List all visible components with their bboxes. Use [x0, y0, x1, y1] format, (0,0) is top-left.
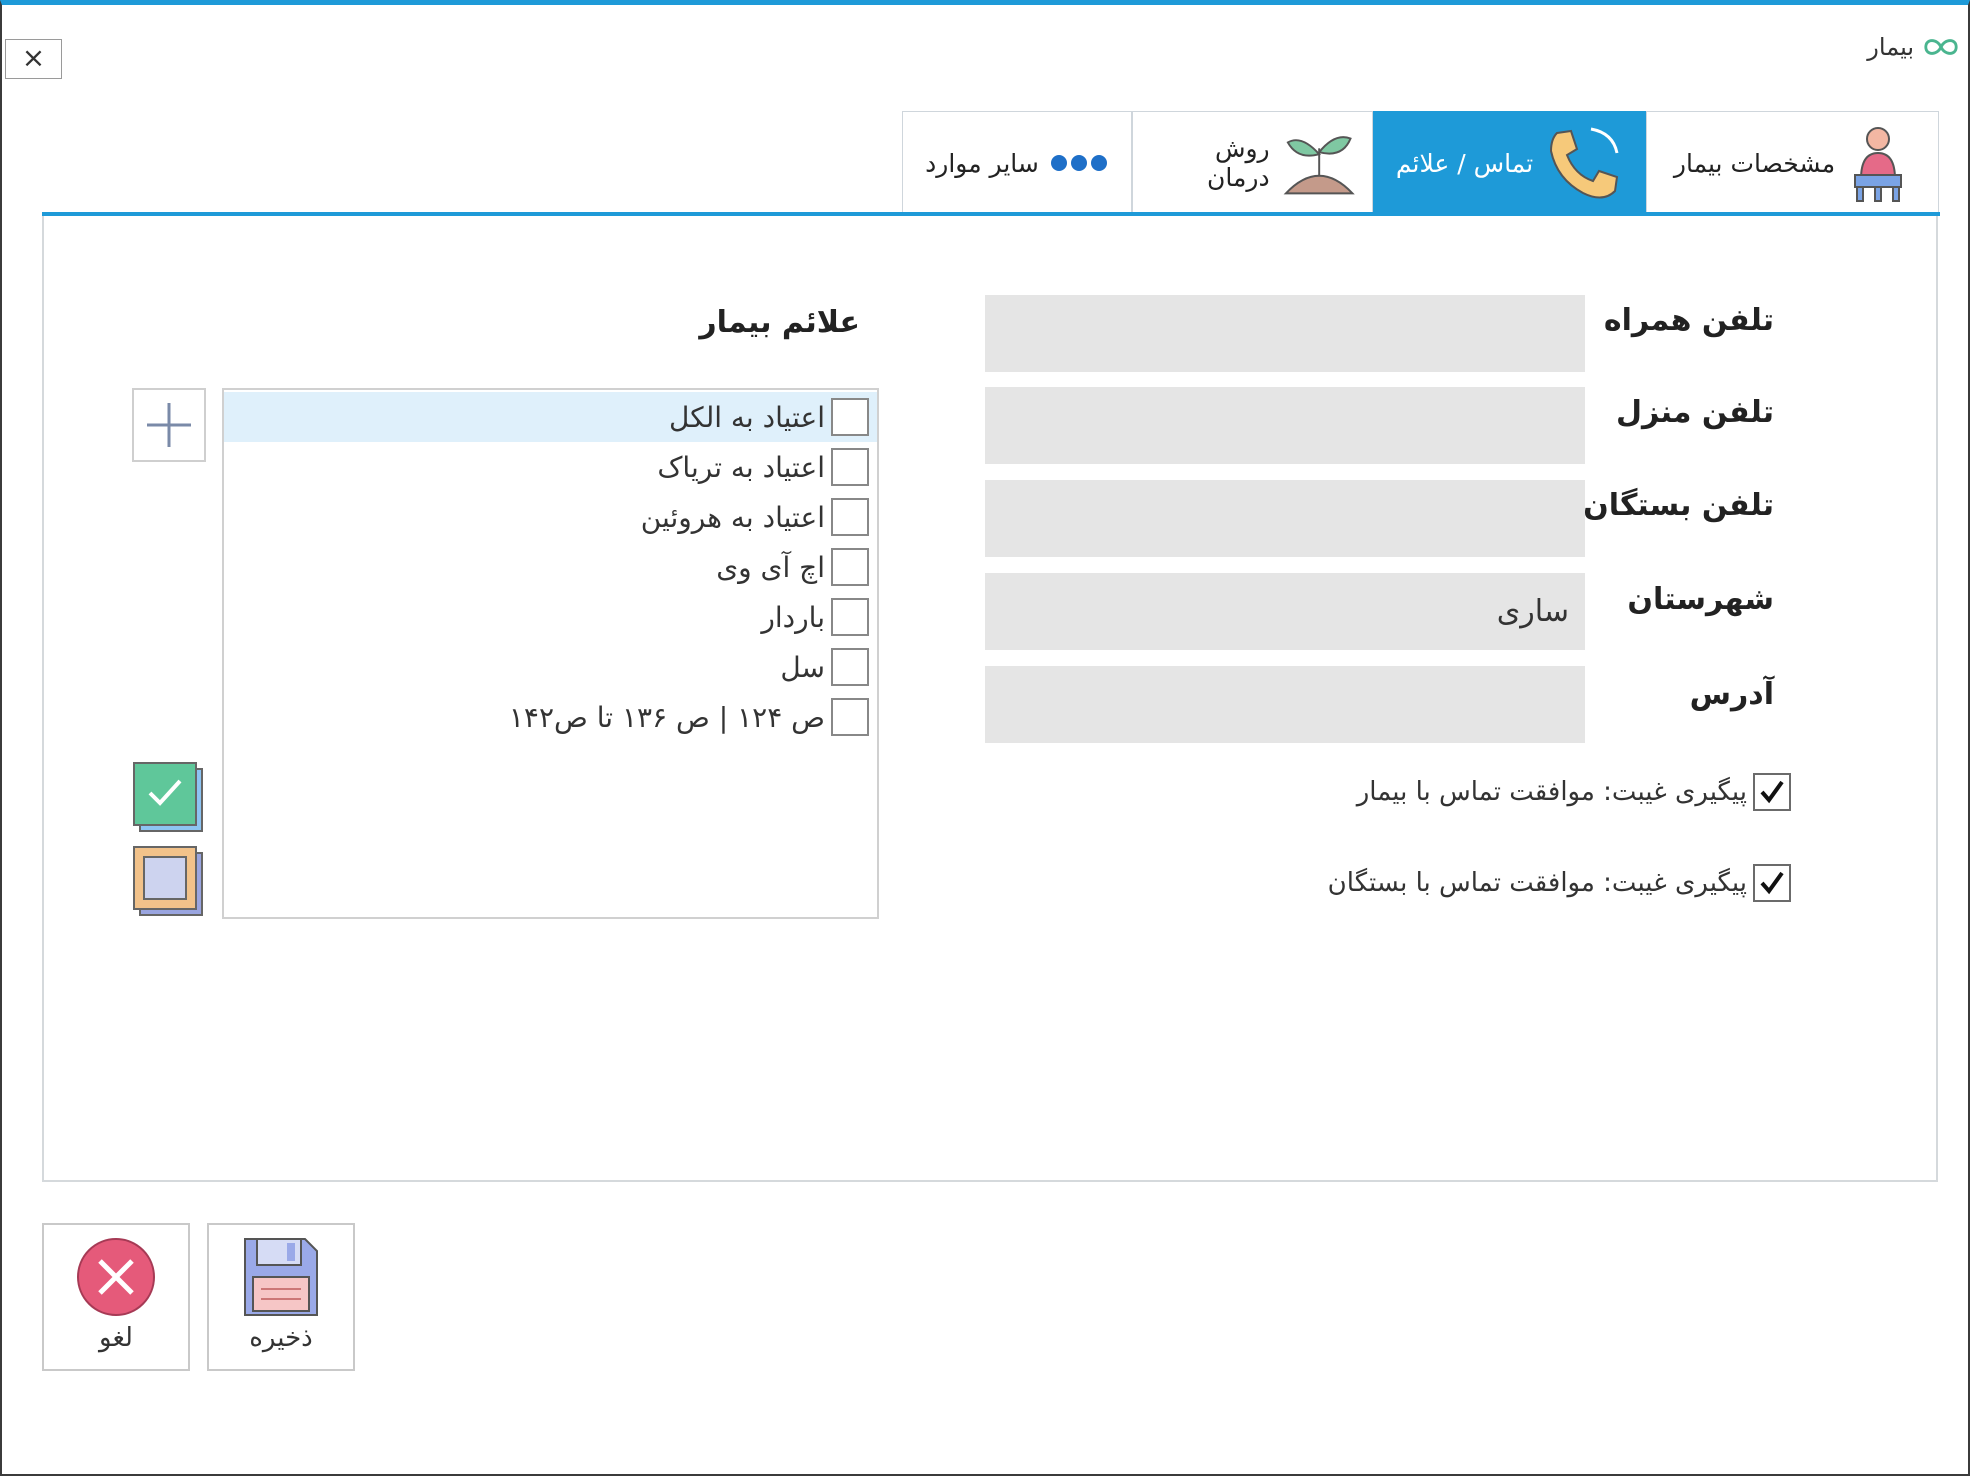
tab-other-items[interactable]: سایر موارد: [902, 111, 1132, 214]
dialog-window: × بیمار مشخصات بیمار تماس / علائم روش در…: [0, 0, 1970, 1476]
home-phone-label: تلفن منزل: [1615, 395, 1774, 430]
tab-treatment-method[interactable]: روش درمان: [1132, 111, 1373, 214]
address-field[interactable]: [985, 666, 1585, 743]
symptom-checkbox[interactable]: [831, 398, 869, 436]
tab-other-items-label: سایر موارد: [925, 148, 1039, 178]
plant-icon: [1283, 136, 1355, 195]
window-title: بیمار: [1867, 33, 1914, 61]
symptom-checkbox[interactable]: [831, 548, 869, 586]
infinity-logo-icon: [1924, 39, 1958, 55]
followup-relatives-label: پیگیری غیبت: موافقت تماس با بستگان: [1327, 868, 1747, 898]
symptom-item[interactable]: اعتیاد به تریاک: [224, 442, 877, 492]
symptom-label: باردار: [761, 600, 825, 634]
dots-icon: [1050, 155, 1107, 171]
city-label: شهرستان: [1627, 582, 1774, 617]
phone-icon: [1550, 127, 1619, 199]
checkmark-icon: [1760, 780, 1784, 804]
save-button[interactable]: ذخیره: [207, 1223, 355, 1371]
address-label: آدرس: [1689, 677, 1774, 712]
home-phone-field[interactable]: [985, 387, 1585, 464]
symptom-label: اعتیاد به تریاک: [657, 450, 825, 484]
patient-chair-icon: [1854, 127, 1903, 202]
symptom-checkbox[interactable]: [831, 698, 869, 736]
tab-contact-symptoms[interactable]: تماس / علائم: [1373, 111, 1646, 214]
checkmark-icon: [1760, 871, 1784, 895]
mobile-label: تلفن همراه: [1603, 303, 1774, 338]
plus-icon: [147, 403, 191, 447]
symptom-item[interactable]: اعتیاد به الکل: [224, 392, 877, 442]
symptom-item[interactable]: ص ۱۲۴ | ص ۱۳۶ تا ص۱۴۲: [224, 692, 877, 742]
mobile-field[interactable]: [985, 295, 1585, 372]
relatives-phone-field[interactable]: [985, 480, 1585, 557]
symptom-label: اعتیاد به هروئین: [640, 500, 825, 534]
symptom-item[interactable]: سل: [224, 642, 877, 692]
check-all-icon: [133, 762, 203, 832]
symptom-label: سل: [780, 650, 825, 684]
followup-patient-row[interactable]: پیگیری غیبت: موافقت تماس با بیمار: [1357, 773, 1791, 811]
followup-relatives-row[interactable]: پیگیری غیبت: موافقت تماس با بستگان: [1328, 864, 1791, 902]
symptom-checkbox[interactable]: [831, 648, 869, 686]
tab-strip: مشخصات بیمار تماس / علائم روش درمان سایر…: [902, 111, 1939, 214]
tab-patient-info-label: مشخصات بیمار: [1673, 148, 1836, 178]
symptoms-title: علائم بیمار: [699, 305, 860, 340]
followup-relatives-checkbox[interactable]: [1753, 864, 1791, 902]
tab-treatment-method-label: روش درمان: [1207, 134, 1270, 192]
symptom-item[interactable]: باردار: [224, 592, 877, 642]
symptom-item[interactable]: اچ آی وی: [224, 542, 877, 592]
add-symptom-button[interactable]: [132, 388, 206, 462]
cancel-button[interactable]: لغو: [42, 1223, 190, 1371]
symptom-checkbox[interactable]: [831, 448, 869, 486]
window-title-bar: بیمار: [1867, 27, 1960, 67]
close-button[interactable]: ×: [5, 39, 62, 79]
tab-patient-info[interactable]: مشخصات بیمار: [1646, 111, 1939, 214]
symptoms-list[interactable]: اعتیاد به الکل اعتیاد به تریاک اعتیاد به…: [222, 388, 879, 919]
tab-contact-symptoms-label: تماس / علائم: [1395, 148, 1534, 178]
floppy-disk-icon: [244, 1238, 318, 1316]
cancel-x-icon: [77, 1238, 155, 1316]
city-field[interactable]: ساری: [985, 573, 1585, 650]
symptom-label: اچ آی وی: [716, 550, 825, 584]
uncheck-all-icon: [133, 846, 203, 916]
select-all-button[interactable]: [132, 761, 206, 835]
followup-patient-checkbox[interactable]: [1753, 773, 1791, 811]
symptom-checkbox[interactable]: [831, 498, 869, 536]
symptom-item[interactable]: اعتیاد به هروئین: [224, 492, 877, 542]
relatives-phone-label: تلفن بستگان: [1583, 488, 1774, 523]
followup-patient-label: پیگیری غیبت: موافقت تماس با بیمار: [1356, 777, 1747, 807]
save-label: ذخیره: [249, 1323, 313, 1353]
symptom-label: اعتیاد به الکل: [669, 400, 825, 434]
symptom-label: ص ۱۲۴ | ص ۱۳۶ تا ص۱۴۲: [508, 700, 825, 734]
symptom-checkbox[interactable]: [831, 598, 869, 636]
cancel-label: لغو: [99, 1323, 133, 1353]
clear-selection-button[interactable]: [132, 845, 206, 919]
